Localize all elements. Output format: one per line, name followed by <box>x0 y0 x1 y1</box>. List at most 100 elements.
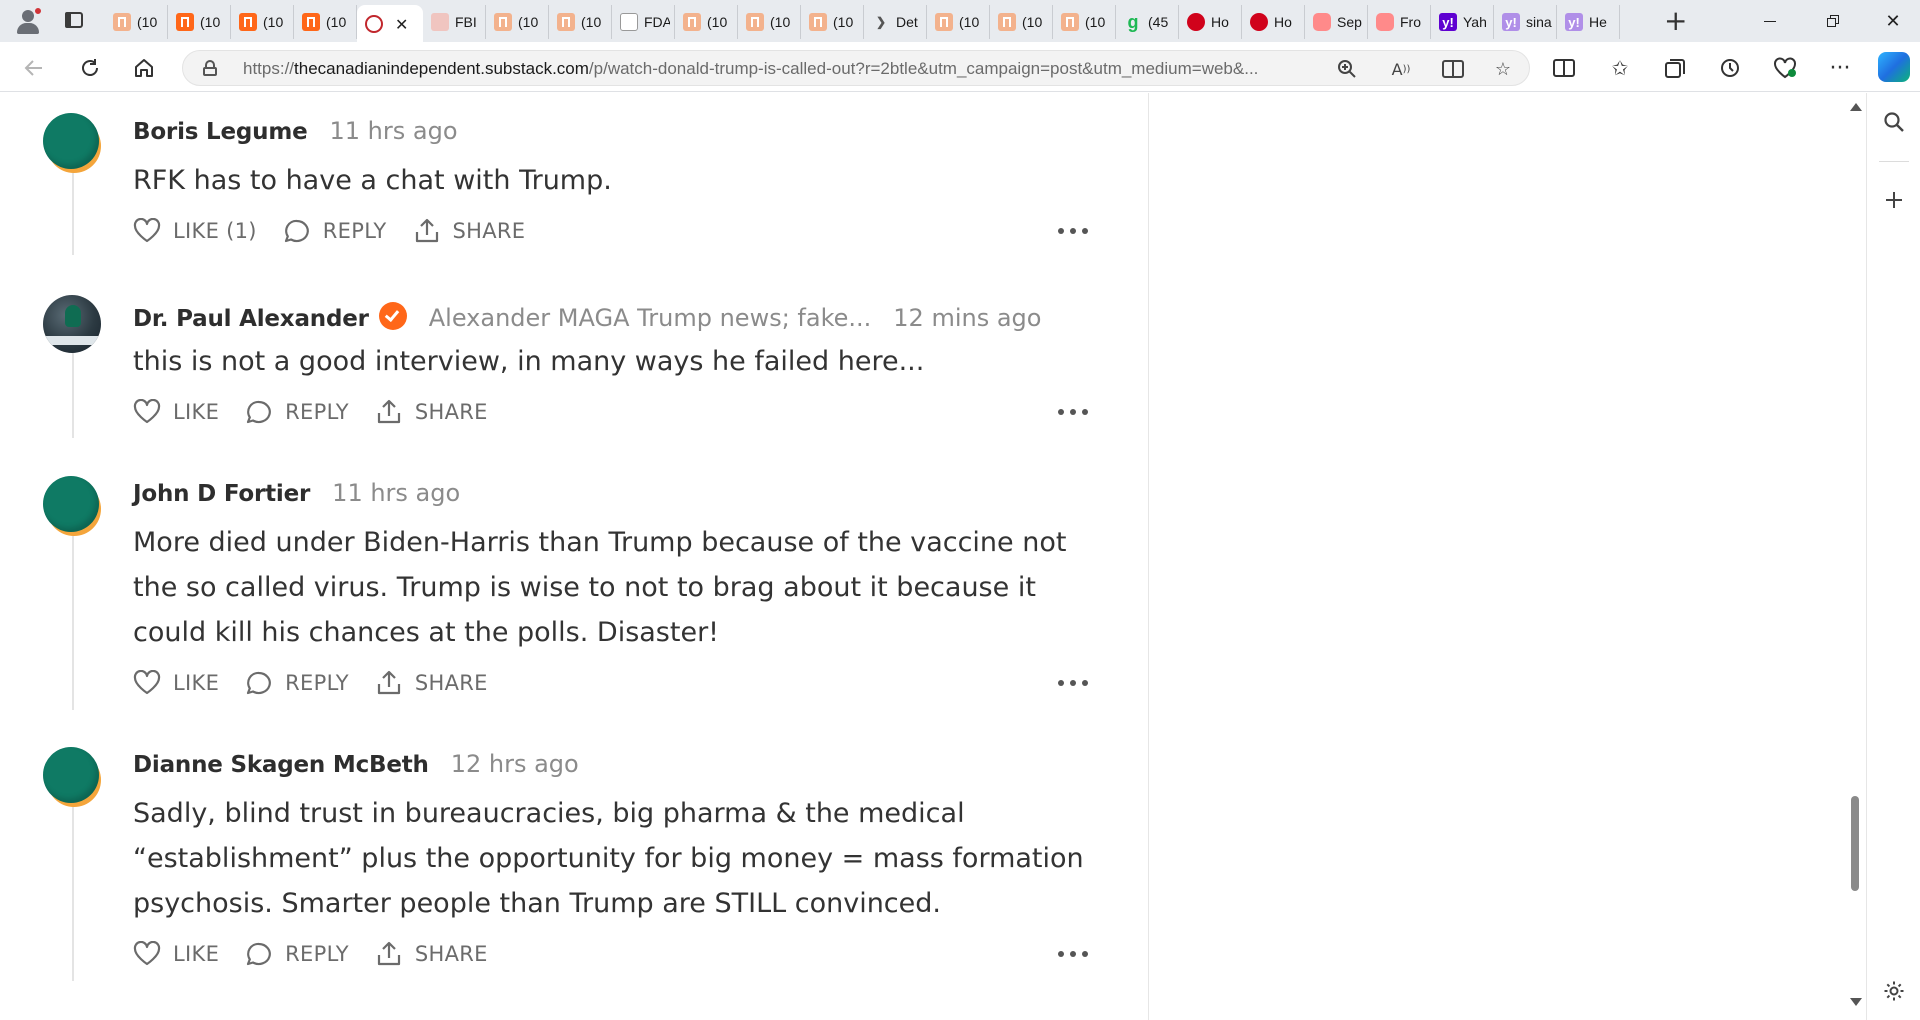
arrow-icon: ❯ <box>875 15 887 29</box>
author-byline[interactable]: Alexander MAGA Trump news; fake... <box>429 304 872 332</box>
reply-button[interactable]: REPLY <box>245 941 349 967</box>
browser-tab[interactable]: (10 <box>549 5 612 39</box>
scroll-up-icon[interactable] <box>1850 103 1862 111</box>
copilot-icon[interactable] <box>1878 52 1910 82</box>
tab-title: (10 <box>1022 14 1043 30</box>
speech-bubble-icon <box>284 219 309 243</box>
avatar[interactable] <box>43 747 101 807</box>
address-bar[interactable]: https://thecanadianindependent.substack.… <box>182 50 1530 86</box>
browser-tab[interactable]: g (45 <box>1116 5 1179 39</box>
browser-tab[interactable]: y! He <box>1557 5 1620 39</box>
read-aloud-icon[interactable]: A)) <box>1387 55 1415 83</box>
browser-tab[interactable]: (10 <box>675 5 738 39</box>
comment-time[interactable]: 11 hrs ago <box>332 479 460 507</box>
more-options-button[interactable] <box>1058 668 1088 698</box>
browser-tab[interactable]: (10 <box>801 5 864 39</box>
red-badge-icon <box>1250 13 1268 31</box>
share-button[interactable]: SHARE <box>413 217 526 245</box>
favorites-icon[interactable]: ✩ <box>1606 54 1634 82</box>
profile-avatar-icon[interactable] <box>14 7 42 35</box>
url-prefix: https:// <box>243 59 295 78</box>
add-icon[interactable] <box>1881 187 1907 213</box>
lock-icon[interactable] <box>203 60 217 76</box>
share-button[interactable]: SHARE <box>375 940 488 968</box>
more-options-button[interactable] <box>1058 397 1088 427</box>
search-icon[interactable] <box>1881 109 1907 135</box>
substack-icon <box>494 13 512 31</box>
like-button[interactable]: LIKE <box>133 941 219 967</box>
browser-tab[interactable]: (10 <box>738 5 801 39</box>
like-button[interactable]: LIKE <box>133 670 219 696</box>
reply-button[interactable]: REPLY <box>283 218 387 244</box>
like-label: LIKE <box>173 400 220 424</box>
favorite-star-icon[interactable]: ☆ <box>1489 55 1517 83</box>
youtube-icon <box>1313 13 1331 31</box>
reply-label: REPLY <box>285 671 349 695</box>
browser-tab[interactable]: Sep <box>1305 5 1368 39</box>
browser-tab[interactable]: (10 <box>927 5 990 39</box>
close-tab-icon[interactable]: ✕ <box>395 15 408 34</box>
browser-tab[interactable]: y! sina <box>1494 5 1557 39</box>
close-window-button[interactable]: ✕ <box>1870 6 1916 36</box>
like-button[interactable]: LIKE <box>133 399 219 425</box>
scrollbar-thumb[interactable] <box>1851 796 1859 891</box>
browser-tab[interactable]: (10 <box>168 5 231 39</box>
history-icon[interactable] <box>1716 54 1744 82</box>
minimize-button[interactable] <box>1747 6 1793 36</box>
comment-author[interactable]: John D Fortier <box>133 481 310 507</box>
browser-tab[interactable]: y! Yah <box>1431 5 1494 39</box>
like-button[interactable]: LIKE (1) <box>133 218 257 244</box>
split-screen-icon[interactable] <box>1550 54 1578 82</box>
tab-title: (10 <box>200 14 221 30</box>
comment-time[interactable]: 12 hrs ago <box>451 750 579 778</box>
browser-tab[interactable]: Ho <box>1179 5 1242 39</box>
performance-heart-icon[interactable] <box>1771 54 1799 82</box>
more-options-button[interactable] <box>1058 939 1088 969</box>
browser-tab[interactable]: (10 <box>1053 5 1116 39</box>
more-options-icon[interactable]: ··· <box>1826 54 1854 82</box>
url-path: /p/watch-donald-trump-is-called-out?r=2b… <box>588 59 1259 78</box>
browser-tab[interactable]: (10 <box>486 5 549 39</box>
browser-tab[interactable]: (10 <box>990 5 1053 39</box>
reply-button[interactable]: REPLY <box>245 399 349 425</box>
comment-time[interactable]: 11 hrs ago <box>330 117 458 145</box>
scroll-down-icon[interactable] <box>1850 998 1862 1006</box>
comment-body: RFK has to have a chat with Trump. <box>133 165 612 196</box>
avatar[interactable] <box>43 476 101 536</box>
comment-author[interactable]: Boris Legume <box>133 119 308 145</box>
avatar[interactable] <box>43 295 101 353</box>
url-text[interactable]: https://thecanadianindependent.substack.… <box>243 59 1258 79</box>
comment-author[interactable]: Dr. Paul Alexander <box>133 306 369 332</box>
comment-author[interactable]: Dianne Skagen McBeth <box>133 752 429 778</box>
edge-sidebar <box>1866 93 1920 1020</box>
tab-title: (10 <box>1085 14 1106 30</box>
collections-icon[interactable] <box>1661 54 1689 82</box>
more-options-button[interactable] <box>1058 216 1088 246</box>
browser-tab[interactable]: (10 <box>294 5 357 39</box>
reply-button[interactable]: REPLY <box>245 670 349 696</box>
browser-tab[interactable]: FBI <box>423 5 486 39</box>
refresh-icon[interactable] <box>76 54 104 82</box>
browser-tab[interactable]: (10 <box>105 5 168 39</box>
share-button[interactable]: SHARE <box>375 669 488 697</box>
comment-time[interactable]: 12 mins ago <box>893 304 1041 332</box>
share-button[interactable]: SHARE <box>375 398 488 426</box>
tab-actions-icon[interactable] <box>62 9 88 33</box>
like-label: LIKE <box>173 942 220 966</box>
browser-tab[interactable]: (10 <box>231 5 294 39</box>
immersive-reader-icon[interactable] <box>1439 55 1467 83</box>
new-tab-button[interactable]: + <box>1664 5 1687 37</box>
back-arrow-icon[interactable] <box>20 54 48 82</box>
restore-button[interactable] <box>1810 6 1856 36</box>
browser-tab[interactable]: FDA <box>612 5 675 39</box>
avatar[interactable] <box>43 113 101 173</box>
browser-tab[interactable]: ✕ <box>357 5 423 43</box>
browser-tab[interactable]: Ho <box>1242 5 1305 39</box>
zoom-icon[interactable] <box>1333 55 1361 83</box>
browser-tab[interactable]: ❯ Det <box>864 5 927 39</box>
grid-icon <box>431 13 449 31</box>
speech-bubble-icon <box>247 671 271 695</box>
settings-gear-icon[interactable] <box>1881 978 1907 1004</box>
browser-tab[interactable]: Fro <box>1368 5 1431 39</box>
home-icon[interactable] <box>130 54 158 82</box>
